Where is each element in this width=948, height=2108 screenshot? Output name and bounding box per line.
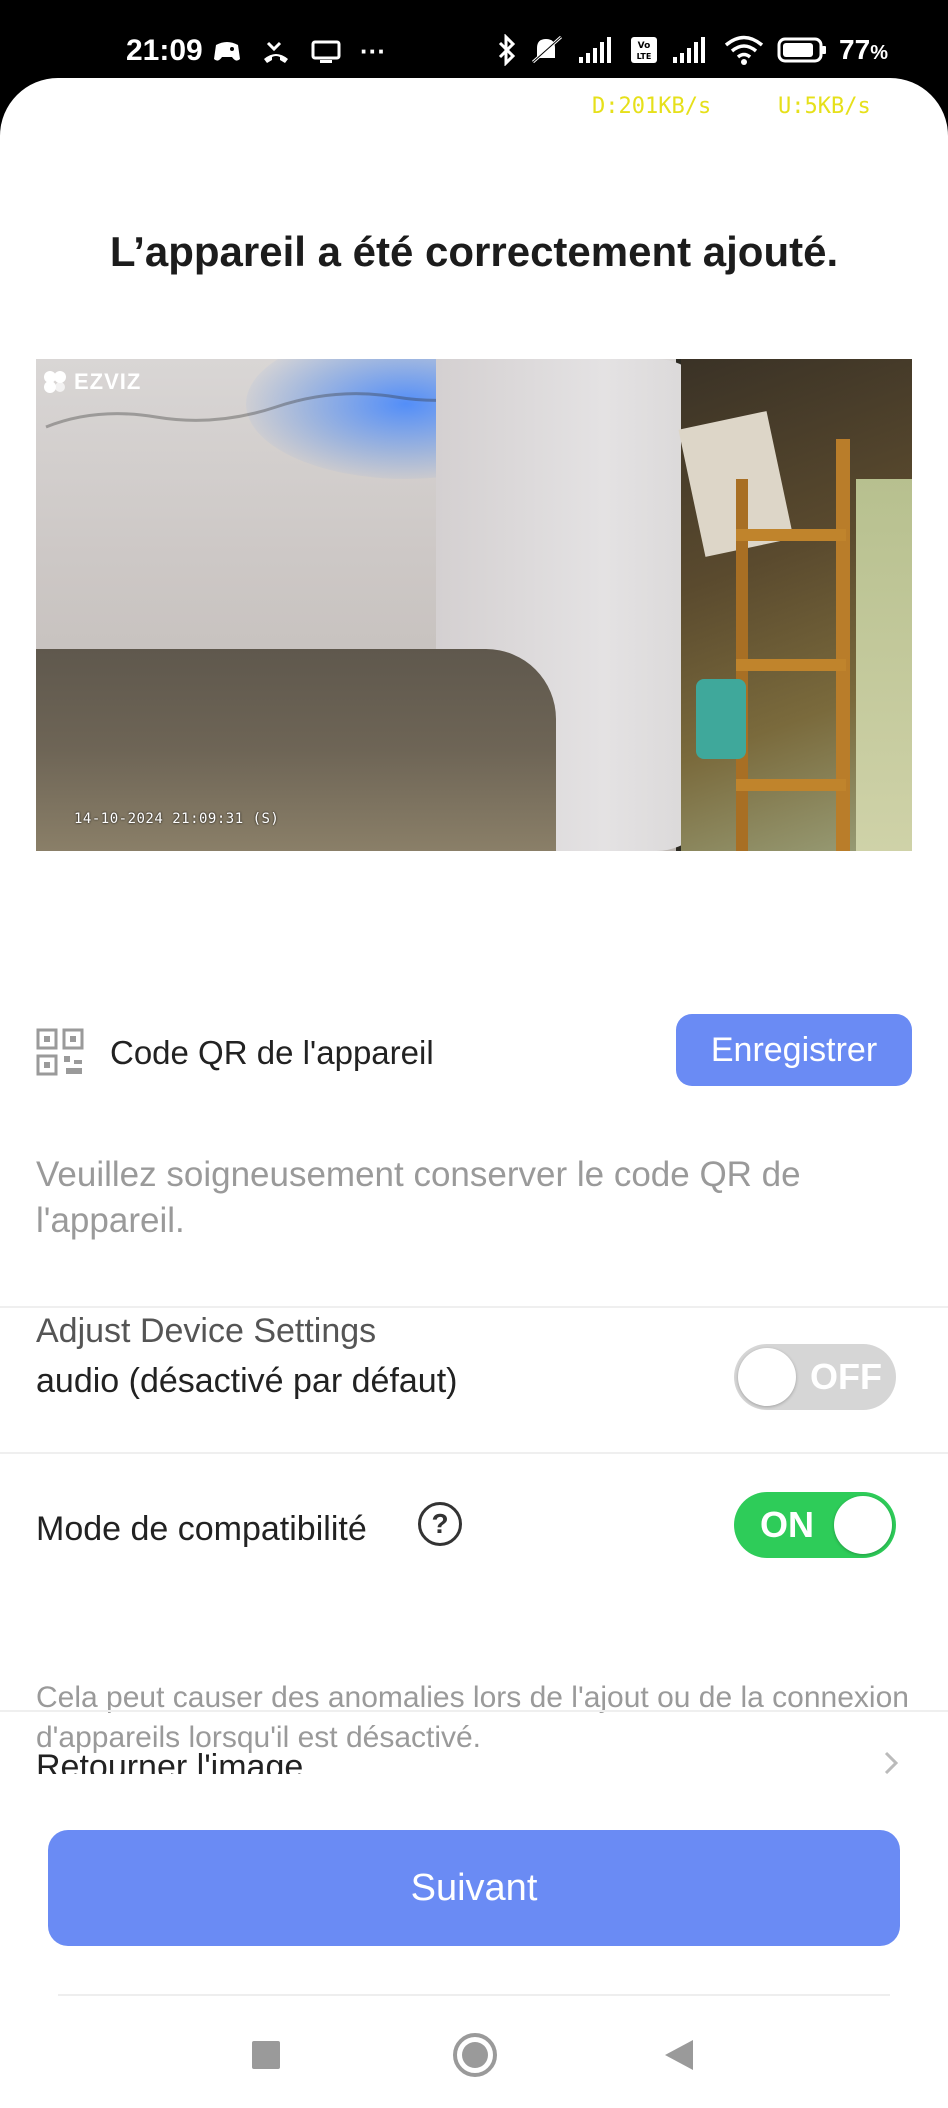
- ezviz-logo-icon: [44, 371, 66, 393]
- toggle-knob: [738, 1348, 796, 1406]
- status-more: ···: [360, 36, 386, 66]
- toggle-knob: [834, 1496, 892, 1554]
- camera-preview[interactable]: EZVIZ 14-10-2024 21:09:31 (S): [36, 359, 912, 851]
- wifi-icon: [724, 35, 764, 65]
- compat-mode-label: Mode de compatibilité: [36, 1510, 367, 1548]
- status-left-icons: ···: [212, 36, 386, 67]
- download-speed: D:201KB/s: [592, 94, 712, 119]
- battery-percent: 77%: [839, 34, 888, 65]
- camera-scene-shelf: [736, 779, 846, 791]
- flip-image-row[interactable]: Retourner l'image: [0, 1714, 948, 1774]
- ezviz-logo-text: EZVIZ: [74, 369, 142, 394]
- system-nav-bar: [0, 1998, 948, 2106]
- status-right-icons: Vo LTE 77%: [497, 34, 888, 66]
- svg-text:Vo: Vo: [638, 41, 651, 51]
- back-icon[interactable]: [663, 2038, 695, 2072]
- nav-divider: [58, 1994, 890, 1996]
- toggle-state-text: ON: [760, 1504, 814, 1545]
- upload-speed: U:5KB/s: [778, 94, 871, 119]
- camera-scene-shelf: [736, 529, 846, 541]
- page-title: L’appareil a été correctement ajouté.: [109, 228, 839, 275]
- divider: [0, 1306, 948, 1308]
- signal-2-icon: [673, 37, 706, 63]
- compat-mode-toggle[interactable]: ON: [734, 1492, 896, 1558]
- camera-scene-wall: [856, 479, 912, 851]
- audio-setting-label: audio (désactivé par défaut): [36, 1362, 458, 1400]
- muted-bell-icon: [532, 35, 563, 64]
- recent-apps-icon[interactable]: [251, 2040, 281, 2070]
- flip-image-label: Retourner l'image: [36, 1748, 304, 1774]
- home-icon[interactable]: [452, 2032, 498, 2078]
- divider: [0, 1710, 948, 1712]
- battery-icon: [777, 37, 827, 63]
- next-button[interactable]: Suivant: [48, 1830, 900, 1946]
- signal-icon: [579, 37, 612, 63]
- chevron-right-icon: [884, 1751, 899, 1774]
- svg-text:LTE: LTE: [637, 52, 652, 61]
- camera-scene-shelf: [736, 659, 846, 671]
- qr-save-hint: Veuillez soigneusement conserver le code…: [36, 1155, 801, 1240]
- device-qr-row: Code QR de l'appareil Enregistrer: [36, 1014, 912, 1088]
- ezviz-logo: EZVIZ: [42, 369, 141, 395]
- save-qr-button[interactable]: Enregistrer: [676, 1014, 912, 1086]
- volte-icon: VoLTE: [631, 37, 658, 63]
- missed-call-icon: [264, 41, 288, 63]
- device-added-sheet: D:201KB/s U:5KB/s L’appareil a été corre…: [0, 78, 948, 2108]
- bluetooth-icon: [498, 34, 516, 66]
- qr-code-icon: [36, 1028, 84, 1076]
- camera-scene-bottle: [696, 679, 746, 759]
- help-icon[interactable]: ?: [418, 1502, 462, 1546]
- adjust-settings-title: Adjust Device Settings: [36, 1312, 377, 1350]
- camera-timestamp: 14-10-2024 21:09:31 (S): [74, 811, 280, 827]
- status-time: 21:09: [126, 34, 203, 67]
- audio-toggle[interactable]: OFF: [734, 1344, 896, 1410]
- toggle-state-text: OFF: [810, 1356, 882, 1397]
- qr-code-label: Code QR de l'appareil: [110, 1034, 434, 1071]
- game-controller-icon: [214, 41, 240, 61]
- screen-cast-icon: [311, 40, 341, 63]
- divider: [0, 1452, 948, 1454]
